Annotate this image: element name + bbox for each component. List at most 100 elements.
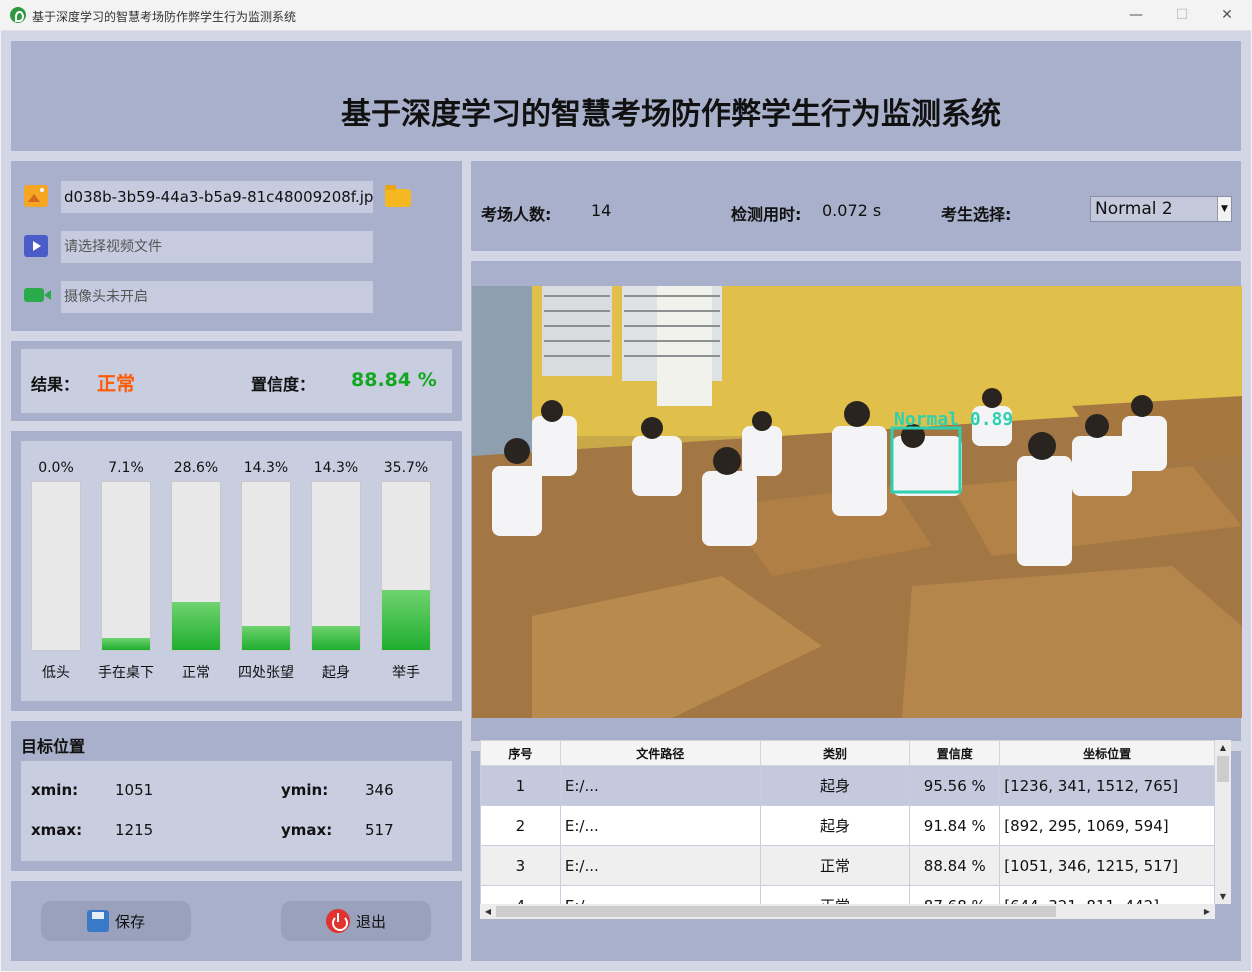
- table-cell: E:/...: [559, 765, 761, 806]
- ymin-label: ymin:: [281, 781, 329, 799]
- table-cell: 3: [480, 845, 561, 886]
- table-cell: [1051, 346, 1215, 517]: [999, 845, 1215, 886]
- image-icon[interactable]: [24, 185, 48, 207]
- minimize-button[interactable]: —: [1125, 5, 1147, 25]
- chevron-down-icon[interactable]: ▼: [1217, 197, 1231, 221]
- student-select[interactable]: Normal 2 ▼: [1090, 196, 1232, 222]
- student-count-value: 14: [591, 201, 612, 220]
- progress-bar-fill: [242, 626, 290, 650]
- table-header[interactable]: 坐标位置: [999, 740, 1215, 766]
- target-position-title: 目标位置: [21, 737, 86, 756]
- scroll-up-icon[interactable]: ▲: [1215, 740, 1231, 755]
- action-panel: 保存 退出: [11, 881, 462, 961]
- table-header[interactable]: 置信度: [909, 740, 1001, 766]
- table-cell: 2: [480, 805, 561, 846]
- table-row[interactable]: 4 E:/... 正常 87.68 % [644, 321, 811, 442]: [480, 885, 1215, 904]
- exit-button[interactable]: 退出: [281, 901, 431, 941]
- close-button[interactable]: ✕: [1216, 5, 1238, 25]
- maximize-button[interactable]: ☐: [1171, 5, 1193, 25]
- detection-label: Normal 0.89: [894, 409, 1013, 430]
- table-cell: 1: [480, 765, 561, 806]
- xmin-value: 1051: [115, 781, 154, 799]
- power-icon: [325, 909, 350, 933]
- xmax-value: 1215: [115, 821, 154, 839]
- table-cell: E:/...: [559, 885, 761, 904]
- scroll-thumb[interactable]: [1217, 756, 1229, 782]
- ymax-label: ymax:: [281, 821, 333, 839]
- table-header[interactable]: 文件路径: [559, 740, 761, 766]
- window-titlebar: 基于深度学习的智慧考场防作弊学生行为监测系统 — ☐ ✕: [0, 0, 1252, 31]
- xmax-label: xmax:: [31, 821, 83, 839]
- xmin-label: xmin:: [31, 781, 79, 799]
- table-row[interactable]: 3 E:/... 正常 88.84 % [1051, 346, 1215, 51…: [480, 845, 1215, 886]
- bar-label: 举手: [392, 665, 420, 681]
- result-value: 正常: [97, 373, 136, 395]
- input-panel: d038b-3b59-44a3-b5a9-81c48009208f.jpg 请选…: [11, 161, 462, 331]
- progress-bar: [381, 481, 431, 651]
- table-header[interactable]: 序号: [480, 740, 561, 766]
- video-icon[interactable]: [24, 235, 48, 257]
- bar-percent: 14.3%: [243, 460, 289, 476]
- video-file-field[interactable]: 请选择视频文件: [61, 231, 373, 263]
- bar-label: 起身: [322, 665, 350, 681]
- table-cell: [644, 321, 811, 442]: [999, 885, 1215, 904]
- detect-time-label: 检测用时:: [731, 205, 802, 224]
- save-icon: [86, 910, 109, 932]
- result-label: 结果：: [31, 375, 80, 394]
- progress-bar-fill: [312, 626, 360, 650]
- confidence-label: 置信度：: [251, 375, 316, 394]
- table-cell: E:/...: [559, 805, 761, 846]
- bar-percent: 7.1%: [108, 460, 144, 476]
- folder-icon[interactable]: [385, 185, 411, 207]
- scroll-right-icon[interactable]: ▶: [1199, 904, 1215, 919]
- table-cell: [1236, 341, 1512, 765]: [999, 765, 1215, 806]
- save-button[interactable]: 保存: [41, 901, 191, 941]
- table-row[interactable]: 1 E:/... 起身 95.56 % [1236, 341, 1512, 76…: [480, 765, 1215, 806]
- table-cell: 正常: [759, 845, 911, 886]
- page-title: 基于深度学习的智慧考场防作弊学生行为监测系统: [341, 97, 1001, 132]
- bar-label: 正常: [182, 665, 210, 681]
- progress-bar: [171, 481, 221, 651]
- progress-bar-fill: [382, 590, 430, 650]
- ymin-value: 346: [365, 781, 394, 799]
- table-cell: 正常: [759, 885, 911, 904]
- table-cell: 91.84 %: [909, 805, 1001, 846]
- table-row[interactable]: 2 E:/... 起身 91.84 % [892, 295, 1069, 594…: [480, 805, 1215, 846]
- camera-field[interactable]: 摄像头未开启: [61, 281, 373, 313]
- header-panel: 基于深度学习的智慧考场防作弊学生行为监测系统: [11, 41, 1241, 151]
- student-select-value: Normal 2: [1095, 199, 1173, 219]
- bar-label: 低头: [42, 665, 70, 681]
- bar-percent: 0.0%: [38, 460, 74, 476]
- target-position-box: xmin: 1051 ymin: 346 xmax: 1215 ymax: 51…: [21, 761, 452, 861]
- detect-time-value: 0.072 s: [822, 201, 882, 220]
- result-panel: 结果： 正常 置信度： 88.84 %: [11, 341, 462, 421]
- save-button-label: 保存: [114, 912, 145, 931]
- camera-icon[interactable]: [24, 288, 51, 302]
- bar-percent: 28.6%: [173, 460, 219, 476]
- target-position-panel: 目标位置 xmin: 1051 ymin: 346 xmax: 1215 yma…: [11, 721, 462, 871]
- image-file-field[interactable]: d038b-3b59-44a3-b5a9-81c48009208f.jpg: [61, 181, 373, 213]
- table-header[interactable]: 类别: [759, 740, 911, 766]
- ymax-value: 517: [365, 821, 394, 839]
- progress-bar: [311, 481, 361, 651]
- scroll-thumb[interactable]: [496, 906, 1056, 917]
- progress-bar: [31, 481, 81, 651]
- table-cell: [892, 295, 1069, 594]: [999, 805, 1215, 846]
- table-cell: 88.84 %: [909, 845, 1001, 886]
- student-select-label: 考生选择:: [941, 205, 1012, 224]
- stats-panel: 考场人数: 14 检测用时: 0.072 s 考生选择: Normal 2 ▼: [471, 161, 1241, 251]
- table-cell: 起身: [759, 765, 911, 806]
- scroll-left-icon[interactable]: ◀: [480, 904, 496, 919]
- bar-label: 四处张望: [238, 665, 294, 681]
- confidence-value: 88.84 %: [351, 369, 437, 391]
- table-horizontal-scrollbar[interactable]: ◀ ▶: [480, 904, 1215, 919]
- progress-bar: [101, 481, 151, 651]
- class-distribution-box: 0.0% 低头 7.1% 手在桌下 28.6% 正常 14.3% 四处张望 14.3% 起身 35.…: [21, 441, 452, 701]
- table-vertical-scrollbar[interactable]: ▲ ▼: [1215, 740, 1231, 904]
- progress-bar-fill: [102, 638, 150, 650]
- results-table[interactable]: 序号 文件路径 类别 置信度 坐标位置 1 E:/... 起身 95.56 % …: [480, 740, 1215, 904]
- scroll-down-icon[interactable]: ▼: [1215, 889, 1231, 904]
- exit-button-label: 退出: [355, 912, 386, 931]
- class-distribution-panel: 0.0% 低头 7.1% 手在桌下 28.6% 正常 14.3% 四处张望 14.3% 起身 35.…: [11, 431, 462, 711]
- progress-bar: [241, 481, 291, 651]
